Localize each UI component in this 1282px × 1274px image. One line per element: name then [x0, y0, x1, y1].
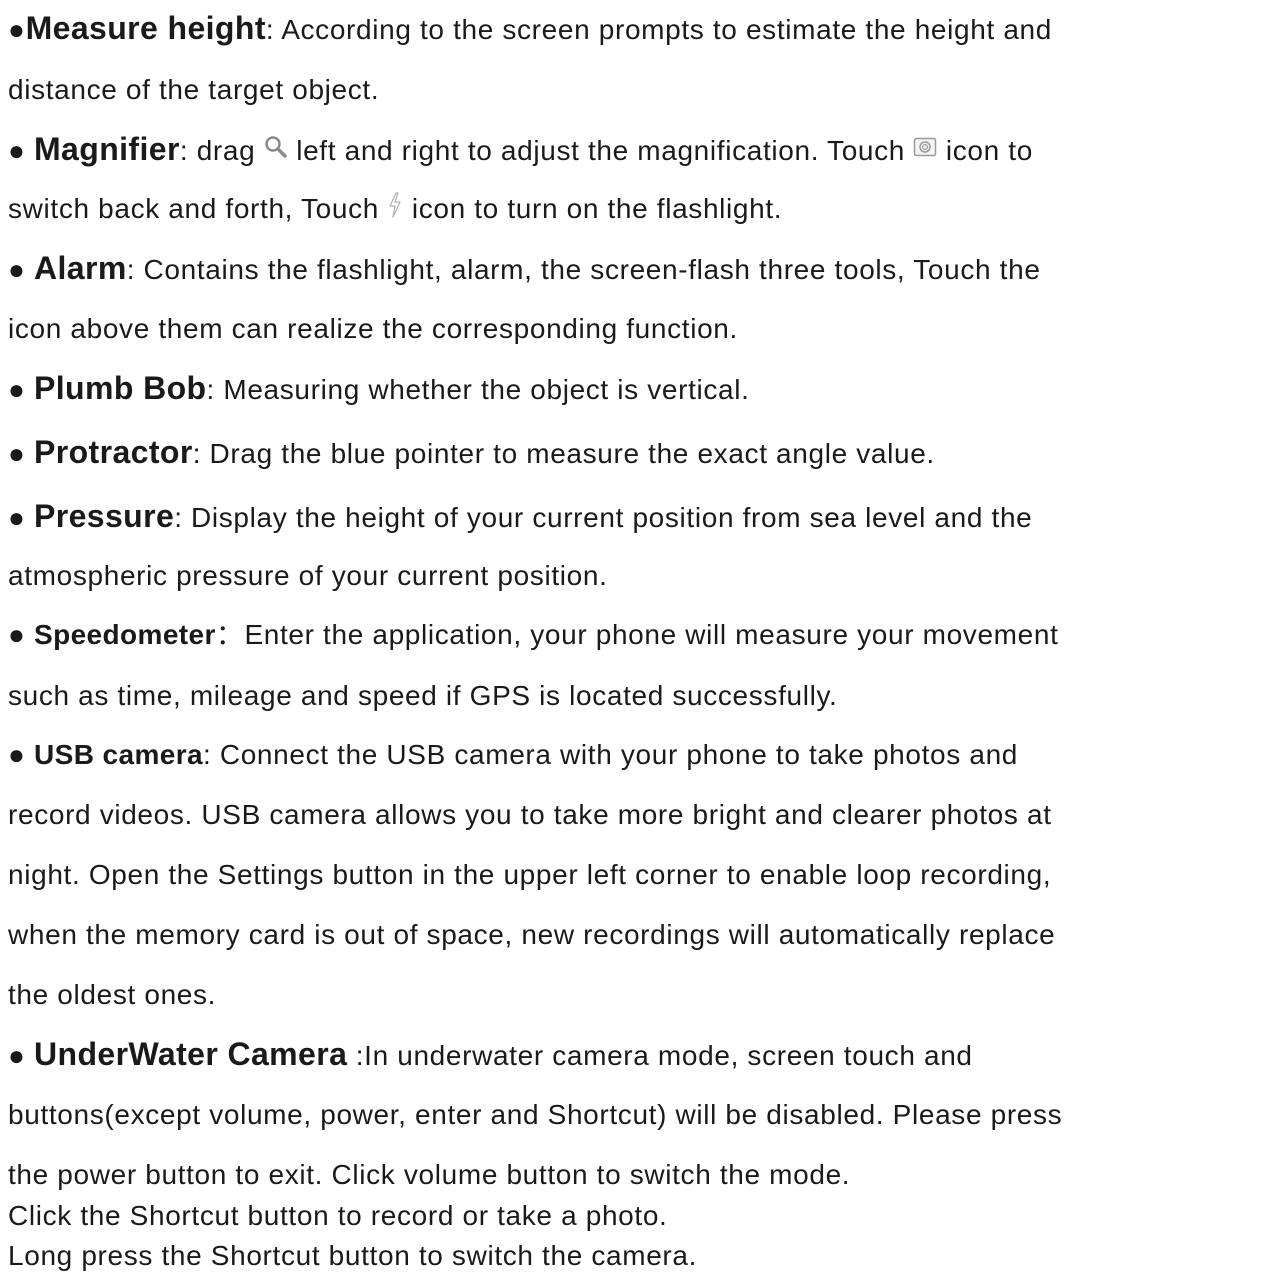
underwater-camera-line-3: the power button to exit. Click volume b…: [8, 1159, 851, 1190]
term-plumb-bob: Plumb Bob: [34, 370, 207, 406]
underwater-camera-line-2: buttons(except volume, power, enter and …: [8, 1099, 1063, 1130]
speedometer-line-2: such as time, mileage and speed if GPS i…: [8, 680, 838, 711]
plumb-bob-desc: : Measuring whether the object is vertic…: [206, 374, 750, 405]
magnifier-desc-b: left and right to adjust the magnificati…: [287, 135, 914, 166]
bullet: ●: [8, 254, 34, 285]
term-measure-height: Measure height: [25, 10, 266, 46]
pressure-desc: : Display the height of your current pos…: [174, 502, 1033, 533]
usb-camera-line-2: record videos. USB camera allows you to …: [8, 799, 1052, 830]
pressure-line-1: ● Pressure: Display the height of your c…: [8, 498, 1032, 534]
bullet: ●: [8, 438, 34, 469]
measure-height-line-1: ●Measure height: According to the screen…: [8, 10, 1052, 46]
term-protractor: Protractor: [34, 434, 193, 470]
alarm-line-1: ● Alarm: Contains the flashlight, alarm,…: [8, 250, 1041, 286]
flash-icon: [387, 192, 403, 218]
speedometer-line-1: ● Speedometer：Enter the application, you…: [8, 617, 1059, 653]
plumb-bob-line-1: ● Plumb Bob: Measuring whether the objec…: [8, 370, 750, 406]
magnifier-desc-a: : drag: [179, 135, 264, 166]
bullet: ●: [8, 739, 34, 770]
measure-height-line-2: distance of the target object.: [8, 74, 380, 105]
alarm-line-2: icon above them can realize the correspo…: [8, 313, 738, 344]
term-alarm: Alarm: [34, 250, 127, 286]
underwater-camera-line-1: ● UnderWater Camera :In underwater camer…: [8, 1036, 973, 1072]
magnifier-line-1: ● Magnifier: drag left and right to adju…: [8, 131, 1033, 167]
bullet: ●: [8, 135, 34, 166]
magnifier-desc-d: switch back and forth, Touch: [8, 193, 388, 224]
usb-camera-line-1: ● USB camera: Connect the USB camera wit…: [8, 737, 1018, 773]
search-icon: [264, 135, 288, 159]
speedometer-desc: ：Enter the application, your phone will …: [215, 619, 1059, 650]
term-pressure: Pressure: [34, 498, 175, 534]
usb-camera-desc: : Connect the USB camera with your phone…: [202, 739, 1019, 770]
bullet: ●: [8, 374, 34, 405]
term-speedometer: Speedometer: [34, 619, 216, 650]
usb-camera-line-3: night. Open the Settings button in the u…: [8, 859, 1052, 890]
usb-camera-line-4: when the memory card is out of space, ne…: [8, 919, 1056, 950]
term-magnifier: Magnifier: [34, 131, 180, 167]
underwater-camera-desc: :In underwater camera mode, screen touch…: [347, 1040, 973, 1071]
camera-icon: [913, 135, 937, 159]
protractor-line-1: ● Protractor: Drag the blue pointer to m…: [8, 434, 935, 470]
alarm-desc: : Contains the flashlight, alarm, the sc…: [126, 254, 1041, 285]
pressure-line-2: atmospheric pressure of your current pos…: [8, 560, 608, 591]
term-usb-camera: USB camera: [34, 739, 203, 770]
term-underwater-camera: UnderWater Camera: [34, 1036, 348, 1072]
bullet: ●: [8, 14, 26, 45]
magnifier-desc-e: icon to turn on the flashlight.: [403, 193, 783, 224]
magnifier-desc-c: icon to: [937, 135, 1033, 166]
magnifier-line-2: switch back and forth, Touch icon to tur…: [8, 191, 782, 227]
protractor-desc: : Drag the blue pointer to measure the e…: [192, 438, 935, 469]
underwater-camera-line-4: Click the Shortcut button to record or t…: [8, 1200, 668, 1231]
measure-height-desc: : According to the screen prompts to est…: [265, 14, 1052, 45]
bullet: ●: [8, 502, 34, 533]
bullet: ●: [8, 1040, 34, 1071]
usb-camera-line-5: the oldest ones.: [8, 979, 217, 1010]
bullet: ●: [8, 619, 34, 650]
